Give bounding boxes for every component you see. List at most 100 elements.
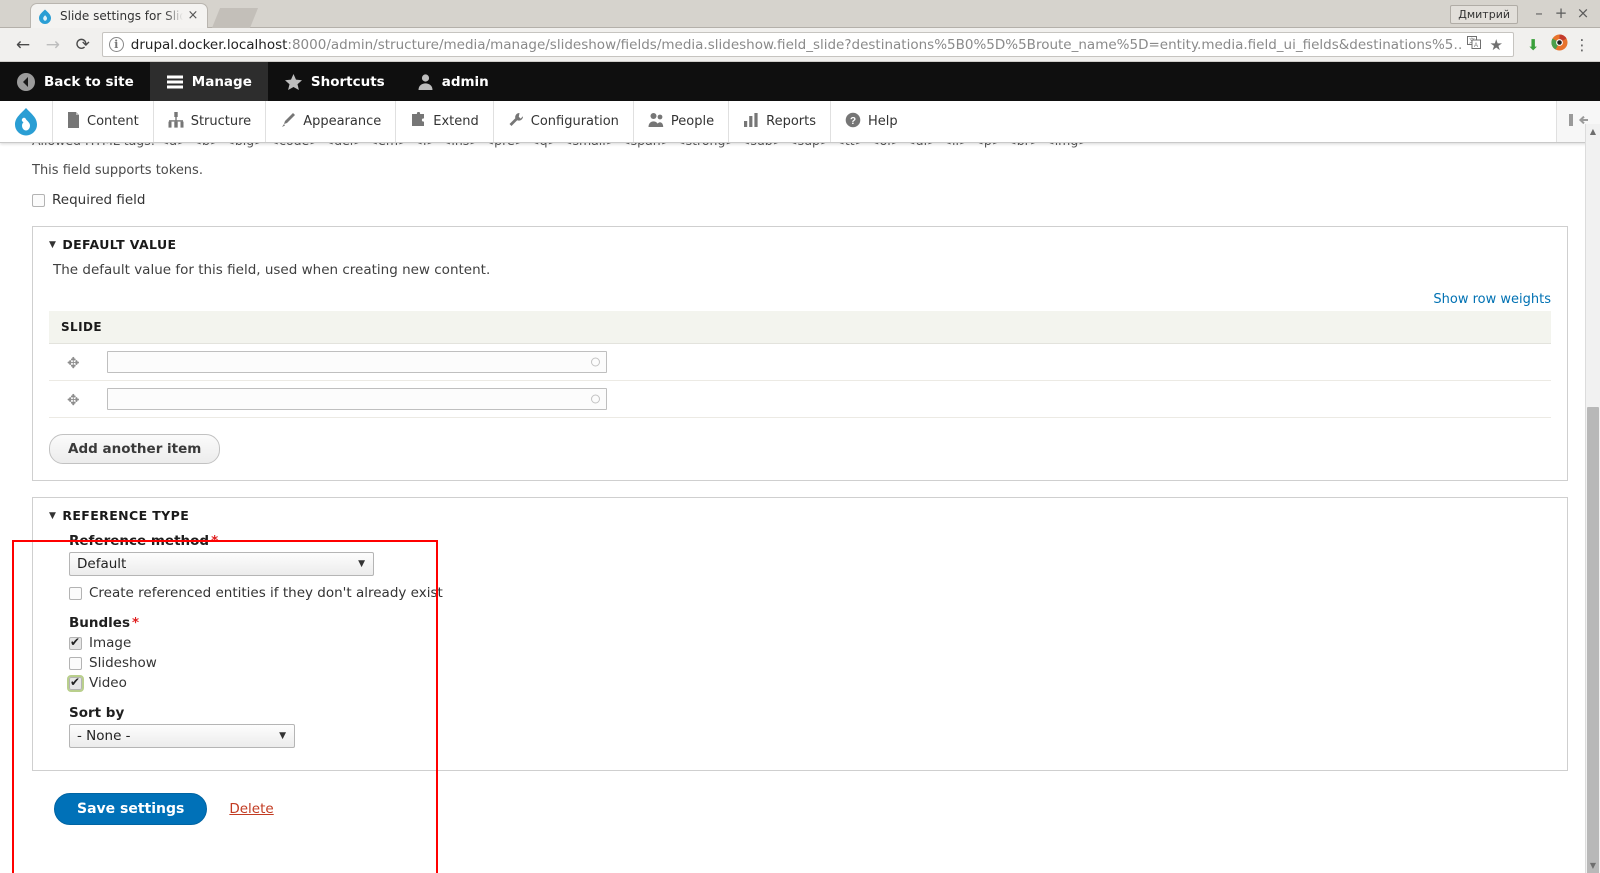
structure-icon — [168, 111, 184, 132]
sort-by-label: Sort by — [69, 705, 125, 721]
page-scrollbar[interactable]: ▲ ▼ — [1585, 124, 1600, 873]
window-user-label[interactable]: Дмитрий — [1450, 4, 1518, 24]
admin-menu-label: Structure — [190, 114, 252, 129]
admin-menu-reports[interactable]: Reports — [728, 101, 830, 142]
required-field-label: Required field — [52, 192, 146, 208]
translate-icon[interactable]: 文 A — [1463, 36, 1485, 53]
reference-type-fieldset: ▼ REFERENCE TYPE Reference method * Defau… — [32, 497, 1568, 771]
admin-menu-configuration[interactable]: Configuration — [492, 101, 633, 142]
admin-menu-label: Content — [87, 114, 139, 129]
admin-menu-people[interactable]: People — [632, 101, 728, 142]
browser-tabstrip: Slide settings for Slideshow × Дмитрий –… — [0, 0, 1600, 28]
bundle-label-video: Video — [89, 675, 127, 691]
star-icon — [284, 73, 303, 91]
default-value-description: The default value for this field, used w… — [53, 262, 491, 278]
browser-window: Slide settings for Slideshow × Дмитрий –… — [0, 0, 1600, 873]
show-row-weights[interactable]: Show row weights — [49, 292, 1551, 307]
profile-avatar-icon[interactable] — [1546, 34, 1572, 55]
default-value-legend[interactable]: ▼ DEFAULT VALUE — [49, 237, 1551, 252]
back-arrow-icon — [16, 72, 36, 92]
admin-menu-appearance[interactable]: Appearance — [265, 101, 395, 142]
create-entities-row[interactable]: Create referenced entities if they don't… — [69, 585, 1551, 601]
autocomplete-wrapper — [107, 388, 607, 410]
minimize-icon[interactable]: – — [1528, 3, 1550, 25]
bundle-row-slideshow[interactable]: Slideshow — [69, 655, 1551, 671]
admin-menu-label: Extend — [433, 114, 479, 129]
address-bar[interactable]: i drupal.docker.localhost:8000/admin/str… — [101, 32, 1515, 57]
drag-handle-icon[interactable]: ✥ — [67, 355, 81, 371]
brush-icon — [280, 112, 296, 132]
url-host: drupal.docker.localhost — [130, 36, 288, 53]
bundle-label-slideshow: Slideshow — [89, 655, 157, 671]
drupal-admin-menu: Content Structure Appearance Extend Conf… — [0, 101, 1600, 143]
browser-menu-icon[interactable]: ⋮ — [1572, 36, 1592, 54]
slide-autocomplete-input-2[interactable] — [107, 388, 607, 410]
required-field-checkbox[interactable] — [32, 193, 45, 207]
sort-by-select[interactable]: - None - — [69, 724, 295, 748]
admin-menu-help[interactable]: ? Help — [830, 101, 912, 142]
toolbar-item-manage[interactable]: Manage — [149, 62, 268, 101]
close-icon[interactable]: × — [185, 8, 201, 24]
question-mark-icon: ? — [845, 112, 861, 132]
admin-menu-content[interactable]: Content — [52, 101, 153, 142]
required-marker: * — [132, 615, 140, 631]
bundle-checkbox-slideshow[interactable] — [69, 656, 82, 670]
create-entities-label: Create referenced entities if they don't… — [89, 585, 443, 601]
save-settings-button[interactable]: Save settings — [54, 793, 208, 825]
show-row-weights-link[interactable]: Show row weights — [1433, 292, 1551, 307]
slide-autocomplete-input-1[interactable] — [107, 351, 607, 373]
scroll-down-icon[interactable]: ▼ — [1586, 858, 1600, 873]
column-header-slide: SLIDE — [49, 311, 1551, 344]
window-close-icon[interactable]: × — [1572, 3, 1594, 25]
back-icon[interactable]: ← — [8, 31, 38, 59]
bundle-row-image[interactable]: Image — [69, 635, 1551, 651]
bundles-label-text: Bundles — [69, 615, 130, 631]
scrollbar-thumb[interactable] — [1587, 407, 1599, 873]
reference-type-legend[interactable]: ▼ REFERENCE TYPE — [49, 508, 1551, 523]
required-field-row[interactable]: Required field — [32, 192, 1568, 208]
bookmark-star-icon[interactable]: ★ — [1485, 36, 1507, 54]
reference-method-label-text: Reference method — [69, 533, 210, 549]
bundle-checkbox-video[interactable] — [67, 674, 84, 692]
drupal-drop-icon — [37, 8, 53, 24]
drag-handle-cell[interactable]: ✥ — [49, 380, 95, 418]
slide-value-cell — [95, 343, 1551, 381]
toolbar-item-admin[interactable]: admin — [401, 62, 505, 101]
reload-icon[interactable]: ⟳ — [68, 31, 98, 59]
slide-value-cell — [95, 380, 1551, 418]
form-actions: Save settings Delete — [54, 793, 1568, 825]
toolbar-item-back-to-site[interactable]: Back to site — [0, 62, 150, 101]
drupal-logo-icon[interactable] — [0, 101, 52, 142]
admin-menu-structure[interactable]: Structure — [152, 101, 265, 142]
new-tab-button[interactable] — [211, 8, 259, 28]
people-icon — [648, 112, 664, 132]
reference-method-select[interactable]: Default — [69, 552, 374, 576]
file-icon — [67, 111, 80, 132]
browser-tab[interactable]: Slide settings for Slideshow × — [30, 3, 208, 28]
drag-handle-icon[interactable]: ✥ — [67, 392, 81, 408]
sort-by-group: Sort by - None - ▼ — [69, 705, 1551, 748]
scroll-up-icon[interactable]: ▲ — [1586, 124, 1600, 139]
drag-handle-cell[interactable]: ✥ — [49, 343, 95, 381]
forward-icon[interactable]: → — [38, 31, 68, 59]
browser-tab-title: Slide settings for Slideshow — [60, 9, 183, 23]
admin-menu-extend[interactable]: Extend — [395, 101, 493, 142]
reference-method-label: Reference method * — [69, 533, 1551, 549]
autocomplete-throbber-icon — [591, 394, 600, 404]
bundle-row-video[interactable]: Video — [67, 674, 1551, 692]
site-info-icon[interactable]: i — [108, 37, 124, 52]
admin-menu-label: Help — [868, 114, 898, 129]
supports-tokens-text: This field supports tokens. — [32, 163, 203, 178]
download-extension-icon[interactable]: ⬇ — [1520, 36, 1546, 54]
sort-by-select-wrap: - None - ▼ — [69, 724, 295, 748]
hamburger-icon — [166, 74, 184, 90]
add-another-item-button[interactable]: Add another item — [49, 434, 221, 464]
maximize-icon[interactable]: + — [1550, 3, 1572, 25]
delete-link[interactable]: Delete — [229, 801, 273, 817]
puzzle-icon — [410, 111, 426, 132]
page-content: Allowed HTML tags: <a> <b> <big> <code> … — [0, 143, 1600, 873]
bundle-checkbox-image[interactable] — [69, 635, 82, 650]
caret-down-icon: ▼ — [49, 239, 57, 250]
create-entities-checkbox[interactable] — [69, 586, 82, 600]
toolbar-item-shortcuts[interactable]: Shortcuts — [268, 62, 401, 101]
